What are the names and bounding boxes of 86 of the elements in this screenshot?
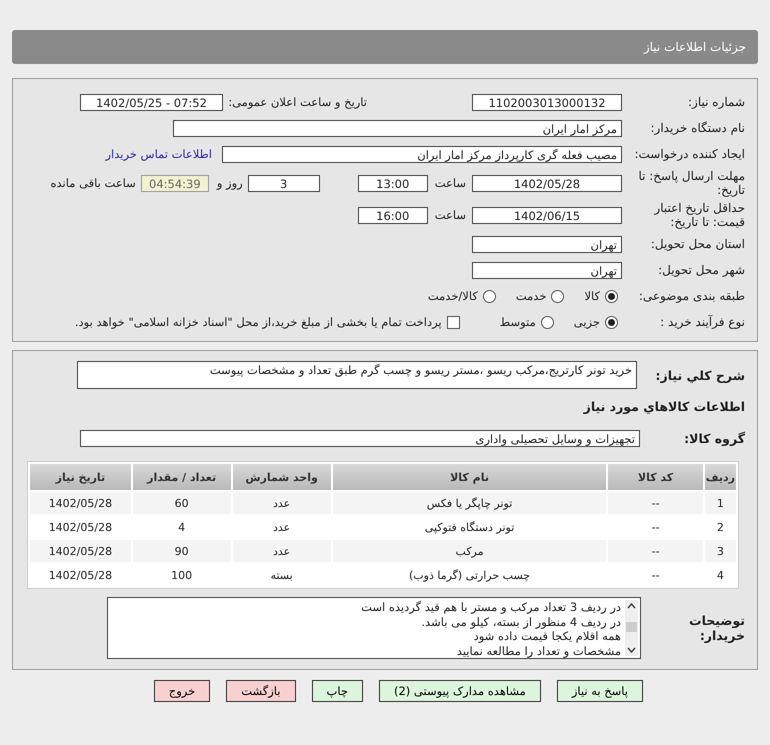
province-field: تهران: [472, 236, 622, 252]
field-label: تاریخ و ساعت اعلان عمومی:: [227, 95, 367, 109]
table-cell: 90: [132, 540, 231, 562]
table-cell-text: عدد: [272, 520, 292, 536]
field-label: حداقل تاریخ اعتبار قیمت: تا تاریخ:: [652, 201, 745, 229]
table-cell-text: 4: [177, 520, 186, 536]
time-field: 13:00: [358, 174, 428, 192]
table-cell: 1: [704, 492, 736, 514]
table-cell: 1402/05/28: [30, 540, 131, 562]
remaining-time-field: 04:54:39: [140, 174, 209, 192]
field-label: ساعت باقی مانده: [50, 176, 136, 190]
column-header: نام کالا: [332, 464, 606, 490]
table-cell-text: 1402/05/28: [48, 568, 114, 584]
table-cell: مرکب: [332, 540, 606, 562]
radio-button[interactable]: [551, 290, 564, 302]
description-field: خرید تونر کارتریج،مرکب ریسو ،مستر ریسو و چسب گرم طبق تعداد و مشخصات پیوست: [77, 361, 637, 389]
table-cell: --: [608, 492, 703, 514]
field-label: ساعت: [434, 208, 466, 222]
date-field: 1402/05/28: [472, 174, 622, 192]
table-cell: عدد: [232, 492, 331, 514]
note-line: مشخصات و تعداد را مطالعه نمایید: [456, 644, 621, 658]
radio-button[interactable]: [482, 290, 496, 302]
action-button[interactable]: چاپ: [312, 680, 363, 702]
note-line: در ردیف 4 منظور از بسته، کیلو می باشد.: [420, 614, 621, 629]
column-header: ردیف: [704, 464, 736, 490]
contact-link[interactable]: اطلاعات تماس خریدار: [105, 147, 212, 161]
table-cell-text: 1402/05/28: [48, 520, 114, 536]
field-label: نام دستگاه خریدار:: [650, 121, 745, 135]
field-label: طبقه بندی موضوعی:: [638, 289, 745, 303]
field-label: شرح کلي نياز:: [654, 368, 745, 382]
radio-button[interactable]: [540, 316, 554, 328]
field-label: ساعت: [434, 176, 466, 190]
table-cell-text: --: [650, 568, 661, 584]
field-label: نوع فرآیند خرید :: [659, 315, 745, 329]
checkbox-label: پرداخت تمام یا بخشی از مبلغ خرید،از محل "اسناد خزانه اسلامی" خواهد بود.: [74, 315, 442, 329]
field-label: توضیحات خریدار:: [688, 613, 745, 643]
column-header: تعداد / مقدار: [132, 464, 231, 490]
page-title: جزئیات اطلاعات نیاز: [644, 40, 746, 54]
table-cell-text: 4: [716, 568, 725, 584]
creator-field: مصیب فعله گری کارپرداز مرکز امار ایران: [222, 146, 622, 162]
table-cell: 1402/05/28: [30, 492, 131, 514]
goods-group-field: تجهیزات و وسایل تحصیلی واداری: [80, 430, 640, 446]
column-header: واحد شمارش: [232, 464, 331, 490]
days-field: 3: [248, 174, 320, 192]
field-label: شماره نیاز:: [687, 95, 745, 109]
field-label: روز و: [216, 176, 243, 190]
note-line: همه اقلام یکجا قیمت داده شود: [472, 629, 621, 644]
table-cell-text: تونر دستگاه فتوکپی: [424, 520, 516, 536]
city-field: تهران: [472, 262, 622, 278]
table-cell: تونر چاپگر یا فکس: [332, 492, 606, 514]
action-button[interactable]: خروج: [154, 680, 210, 702]
table-cell: 3: [704, 540, 736, 562]
buyer-field: مرکز امار ایران: [173, 120, 622, 136]
table-cell-text: --: [650, 520, 661, 536]
table-cell-text: بسته: [270, 568, 294, 584]
table-cell-text: چسب حرارتی (گرما ذوب): [408, 568, 532, 584]
field-label: استان محل تحویل:: [650, 237, 745, 251]
table-cell-text: 2: [716, 520, 725, 536]
column-header: کد کالا: [608, 464, 703, 490]
table-cell: 60: [132, 492, 231, 514]
scrollbar[interactable]: [625, 600, 638, 656]
table-cell: عدد: [232, 540, 331, 562]
radio-label: کالا: [584, 289, 600, 303]
checkbox[interactable]: [446, 316, 460, 328]
table-cell-text: 100: [170, 568, 194, 584]
field-label: گروه کالا:: [683, 430, 745, 446]
radio-label: خدمت: [516, 289, 546, 303]
radio-button[interactable]: [605, 316, 618, 328]
field-label: شهر محل تحویل:: [657, 263, 745, 277]
announce-date-field: 1402/05/25 - 07:52: [80, 94, 223, 110]
column-header: تاریخ نیاز: [30, 464, 131, 490]
action-button[interactable]: مشاهده مدارک پیوستی (2): [378, 680, 541, 702]
action-button[interactable]: بازگشت: [226, 680, 296, 702]
radio-label: متوسط: [500, 315, 536, 329]
field-label: مهلت ارسال پاسخ: تا تاریخ:: [637, 169, 745, 197]
radio-label: کالا/خدمت: [428, 289, 478, 303]
action-button[interactable]: پاسخ به نیاز: [556, 680, 643, 702]
radio-button[interactable]: [605, 290, 618, 302]
radio-label: جزیی: [574, 315, 600, 329]
section-heading: اطلاعات کالاهاي مورد نياز: [584, 398, 745, 414]
need-number-field: 1102003013000132: [472, 94, 622, 110]
time-field: 16:00: [358, 206, 428, 224]
table-cell: --: [608, 540, 703, 562]
field-label: ایجاد کننده درخواست:: [633, 147, 745, 161]
date-field: 1402/06/15: [472, 206, 622, 224]
note-line: در ردیف 3 تعداد مرکب و مستر با هم قید گردیده است: [360, 600, 621, 614]
